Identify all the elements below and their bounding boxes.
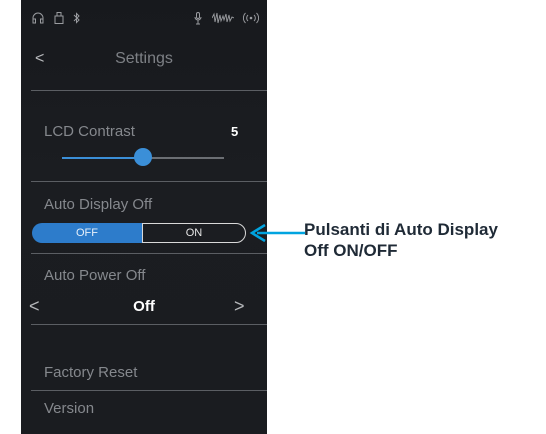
callout-line-1: Pulsanti di Auto Display (304, 220, 498, 239)
auto-display-off-label: Auto Display Off (44, 196, 153, 213)
callout-line-2: Off ON/OFF (304, 241, 398, 260)
divider (31, 324, 267, 325)
divider (31, 181, 267, 182)
status-bar (21, 0, 267, 40)
auto-power-off-next-button[interactable]: > (234, 296, 245, 317)
menu-item-version[interactable]: Version (44, 400, 94, 417)
divider (31, 253, 267, 254)
header: < Settings (21, 44, 267, 80)
menu-item-factory-reset[interactable]: Factory Reset (44, 364, 137, 381)
auto-power-off-label: Auto Power Off (44, 267, 146, 284)
lcd-contrast-label: LCD Contrast (44, 123, 135, 140)
callout-label: Pulsanti di Auto Display Off ON/OFF (304, 219, 546, 261)
lcd-contrast-value: 5 (231, 124, 239, 139)
auto-display-off-off-button[interactable]: OFF (32, 223, 142, 243)
wireless-signal-icon (242, 12, 260, 28)
piano-settings-screen: < Settings LCD Contrast 5 Auto Display O… (21, 0, 267, 434)
bluetooth-icon (73, 12, 81, 28)
page-title: Settings (115, 50, 173, 67)
headphones-icon (32, 12, 44, 28)
auto-power-off-value: Off (133, 298, 155, 315)
usb-storage-icon (54, 12, 64, 28)
audio-waveform-icon (211, 12, 235, 28)
callout-arrow (249, 223, 305, 243)
auto-display-off-toggle: OFF ON (32, 223, 246, 243)
divider (31, 390, 267, 391)
slider-fill (62, 157, 143, 159)
slider-thumb[interactable] (134, 148, 152, 166)
divider (31, 90, 267, 91)
microphone-icon (194, 12, 202, 29)
auto-display-off-on-button[interactable]: ON (142, 223, 246, 243)
